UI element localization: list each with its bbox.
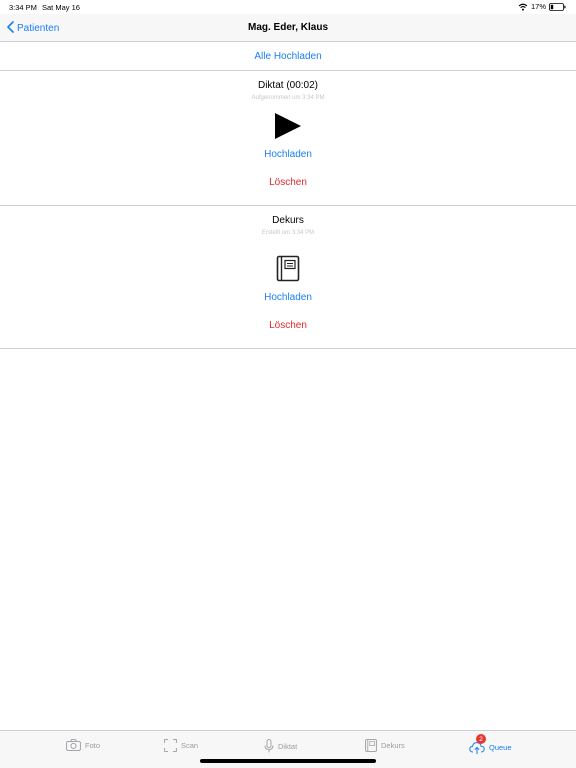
play-icon[interactable]	[272, 111, 304, 141]
status-bar: 3:34 PM Sat May 16 17%	[0, 0, 576, 14]
item-subtitle: Aufgenommen um 3:34 PM	[251, 95, 325, 101]
tab-foto[interactable]: Foto	[66, 739, 100, 751]
upload-all-row: Alle Hochladen	[0, 42, 576, 71]
camera-icon	[66, 739, 81, 751]
delete-button[interactable]: Löschen	[269, 177, 307, 188]
upload-all-button[interactable]: Alle Hochladen	[254, 51, 321, 62]
queue-badge: 2	[476, 734, 486, 744]
item-title: Dekurs	[272, 215, 304, 226]
tab-foto-label: Foto	[85, 740, 101, 750]
wifi-icon	[518, 3, 528, 11]
navigation-bar: Patienten Mag. Eder, Klaus	[0, 14, 576, 42]
page-title: Mag. Eder, Klaus	[247, 22, 329, 33]
queue-item-dekurs: Dekurs Erstellt um 3:34 PM Hochladen Lös…	[0, 206, 576, 349]
status-date: Sat May 16	[42, 3, 80, 12]
tab-diktat-label: Diktat	[278, 741, 298, 751]
queue-item-diktat: Diktat (00:02) Aufgenommen um 3:34 PM Ho…	[0, 71, 576, 206]
tab-queue[interactable]: 2 Queue	[469, 734, 512, 755]
item-title: Diktat (00:02)	[257, 80, 319, 91]
tab-queue-label: Queue	[489, 742, 512, 752]
book-icon[interactable]	[272, 254, 304, 284]
tab-scan-label: Scan	[181, 741, 199, 750]
status-time: 3:34 PM	[9, 3, 37, 12]
battery-percent: 17%	[530, 2, 546, 11]
status-indicators: 17%	[518, 2, 566, 11]
tab-diktat[interactable]: Diktat	[264, 739, 297, 753]
upload-button[interactable]: Hochladen	[264, 292, 312, 303]
scan-icon	[164, 739, 177, 752]
microphone-icon	[264, 739, 274, 753]
upload-button[interactable]: Hochladen	[264, 149, 312, 160]
tab-scan[interactable]: Scan	[164, 739, 198, 752]
item-subtitle: Erstellt um 3:34 PM	[261, 230, 315, 236]
tab-dekurs[interactable]: Dekurs	[365, 739, 405, 752]
home-indicator	[200, 759, 376, 763]
delete-button[interactable]: Löschen	[269, 320, 307, 331]
book-icon	[365, 739, 377, 752]
cloud-upload-icon: 2	[469, 734, 486, 755]
tab-dekurs-label: Dekurs	[381, 741, 405, 750]
battery-icon	[549, 2, 566, 11]
